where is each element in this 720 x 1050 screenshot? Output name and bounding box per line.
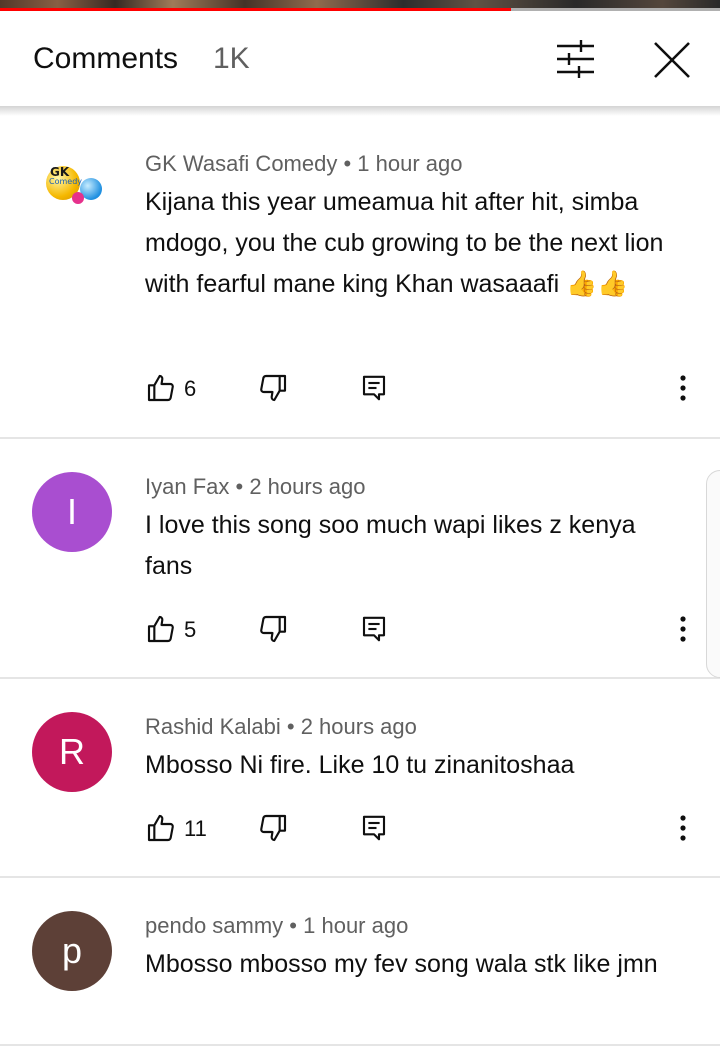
avatar[interactable]: GK Comedy [32,152,112,232]
comments-count: 1K [213,42,250,75]
comment-actions: 5 [145,613,705,649]
thumbs-up-icon[interactable] [145,613,177,645]
comment-meta: Rashid Kalabi • 2 hours ago [145,714,417,739]
thumbs-down-icon[interactable] [257,613,289,645]
avatar-logo-subtext: Comedy [49,177,83,186]
more-options-icon[interactable] [671,812,695,844]
comment-author[interactable]: Rashid Kalabi [145,714,281,739]
like-count: 11 [184,816,207,841]
thumbs-up-icon[interactable] [145,372,177,404]
reply-icon[interactable] [359,813,389,843]
comment-author[interactable]: Iyan Fax [145,474,229,499]
reply-icon[interactable] [359,373,389,403]
comment-item: I Iyan Fax • 2 hours ago I love this son… [0,439,720,679]
tune-filter-icon[interactable] [554,39,598,79]
comment-meta: GK Wasafi Comedy • 1 hour ago [145,151,463,176]
comment-author[interactable]: GK Wasafi Comedy [145,151,337,176]
comment-text: I love this song soo much wapi likes z k… [145,511,636,580]
comment-text: Mbosso Ni fire. Like 10 tu zinanitoshaa [145,751,575,779]
comment-time: 1 hour ago [357,151,463,176]
avatar-logo-ball [72,192,84,204]
more-options-icon[interactable] [671,372,695,404]
comment-time: 2 hours ago [249,474,366,499]
avatar[interactable]: p [32,911,112,991]
side-panel-handle[interactable] [706,470,720,678]
video-player-strip [0,0,720,11]
comment-time: 1 hour ago [303,913,409,938]
comments-title: Comments [33,42,179,75]
header-divider [0,106,720,116]
comment-actions: 6 [145,372,705,408]
close-icon[interactable] [650,38,694,82]
thumbs-up-icon[interactable] [145,812,177,844]
comment-author[interactable]: pendo sammy [145,913,283,938]
comment-meta: pendo sammy • 1 hour ago [145,913,409,938]
reply-icon[interactable] [359,614,389,644]
comment-item: R Rashid Kalabi • 2 hours ago Mbosso Ni … [0,679,720,878]
comment-actions: 11 [145,812,705,848]
avatar[interactable]: R [32,712,112,792]
more-options-icon[interactable] [671,613,695,645]
like-count: 5 [184,617,197,642]
comment-item: p pendo sammy • 1 hour ago Mbosso mbosso… [0,878,720,1046]
thumbs-down-icon[interactable] [257,372,289,404]
thumbs-down-icon[interactable] [257,812,289,844]
comment-item: GK Comedy GK Wasafi Comedy • 1 hour ago … [0,116,720,439]
comment-text: Mbosso mbosso my fev song wala stk like … [145,950,658,978]
comments-header: Comments 1K [0,11,720,106]
avatar[interactable]: I [32,472,112,552]
comment-text: Kijana this year umeamua hit after hit, … [145,188,664,298]
comment-time: 2 hours ago [300,714,417,739]
like-count: 6 [184,376,197,401]
comment-meta: Iyan Fax • 2 hours ago [145,474,366,499]
video-thumbnail [0,0,720,8]
